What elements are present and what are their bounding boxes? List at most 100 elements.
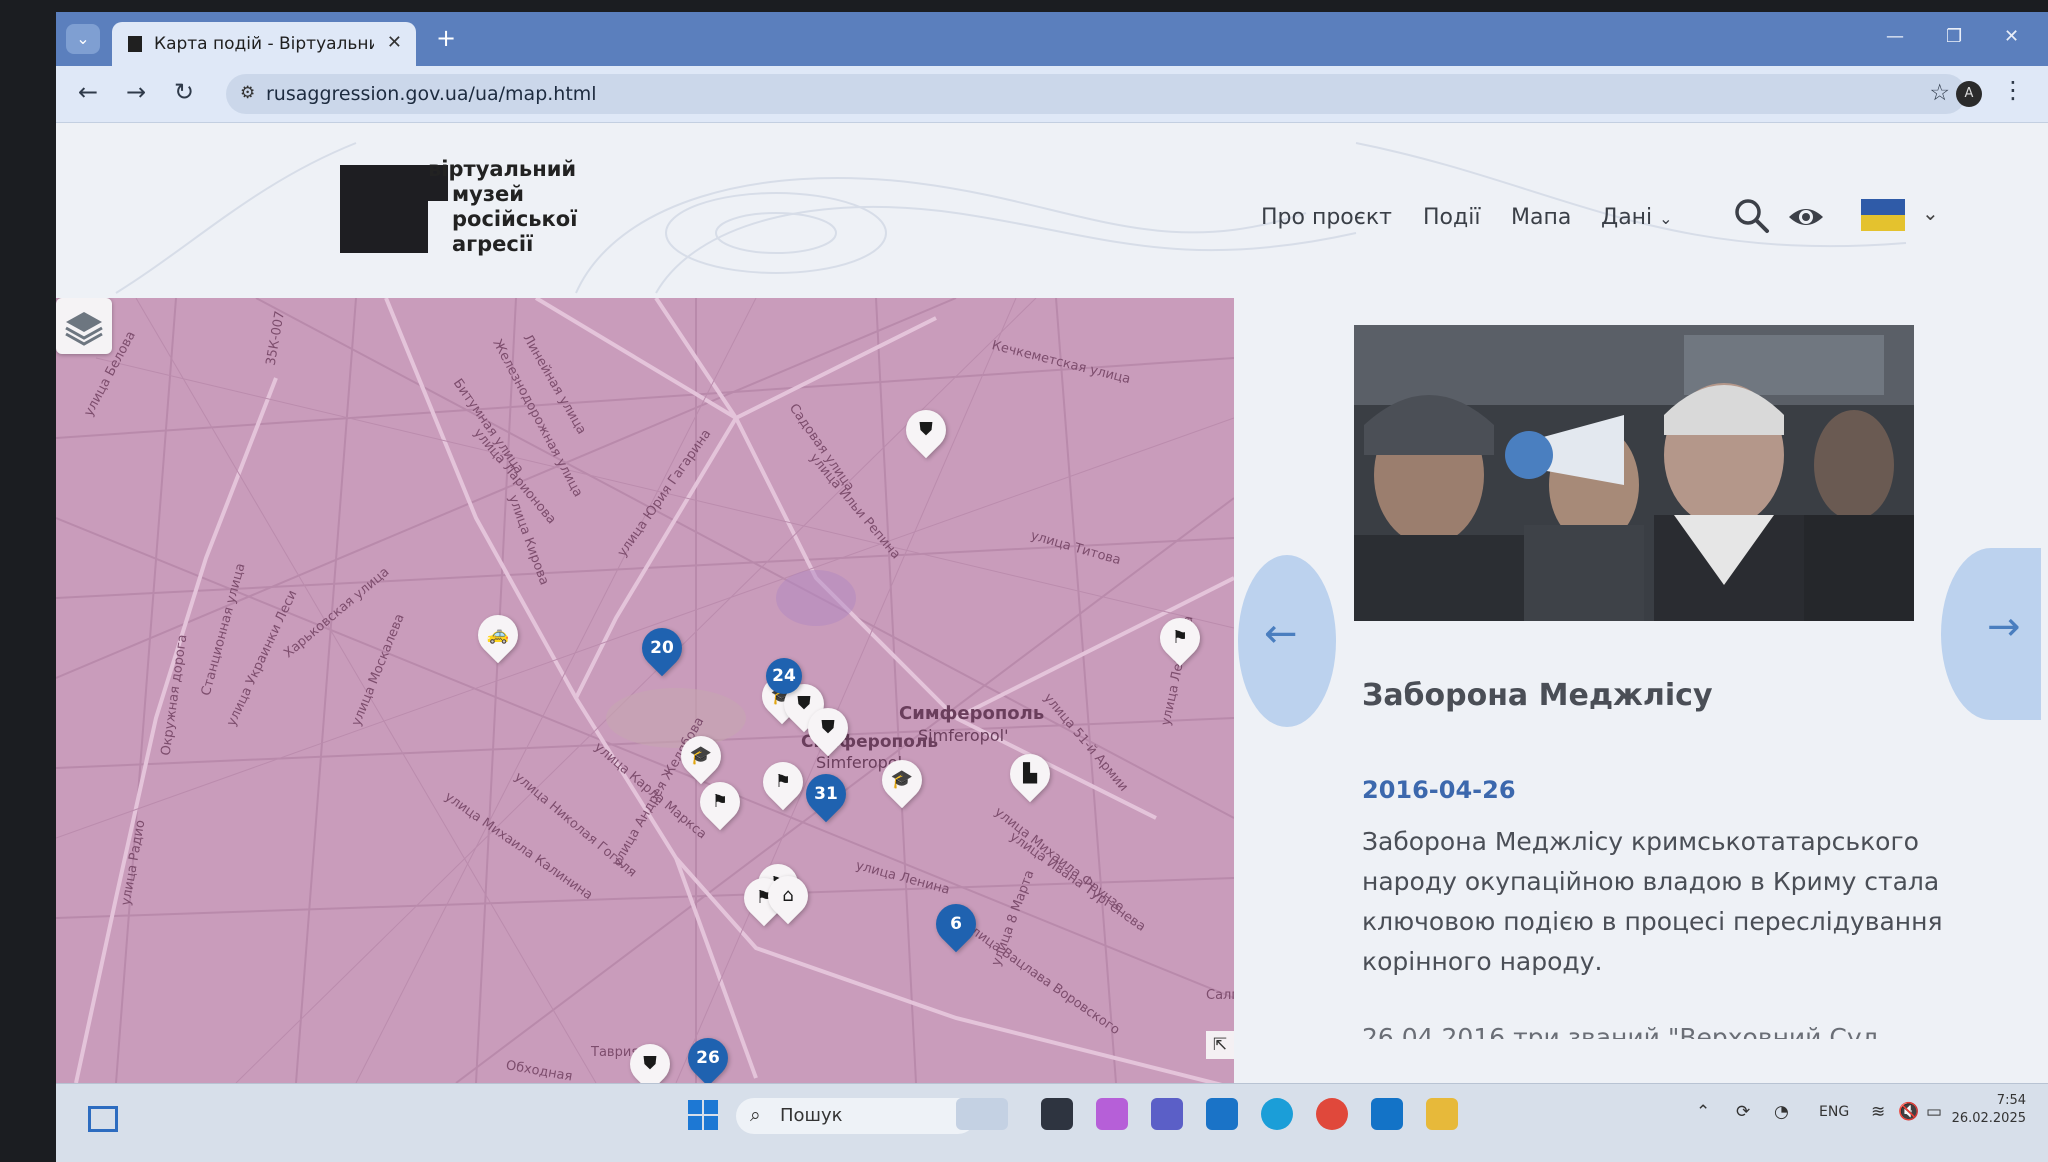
event-description-continued: 26.04.2016 три званий "Верховний Суд: [1362, 1023, 1879, 1039]
next-event-button[interactable]: →: [1941, 548, 2041, 720]
nav-data[interactable]: Дані ⌄: [1601, 205, 1673, 230]
input-language[interactable]: ENG: [1819, 1104, 1849, 1120]
network-app-icon[interactable]: ◔: [1774, 1102, 1789, 1122]
address-url[interactable]: rusaggression.gov.ua/ua/map.html: [266, 83, 597, 105]
task-view-icon[interactable]: [1041, 1098, 1073, 1130]
windows-start-icon[interactable]: [686, 1098, 720, 1132]
event-panel: ← → Заборона Меджлісу 2016-04-26 Заборон…: [1234, 298, 2048, 1083]
teams-icon[interactable]: [1151, 1098, 1183, 1130]
flag-icon: ⚑: [774, 771, 792, 792]
shield-icon: ⛊: [643, 1053, 657, 1074]
edge-icon[interactable]: [1261, 1098, 1293, 1130]
map-cluster-marker[interactable]: 31: [797, 765, 855, 823]
taxi-icon: 🚕: [486, 624, 510, 645]
chevron-up-icon[interactable]: ⌃: [1696, 1102, 1710, 1122]
map-cluster-marker[interactable]: 20: [633, 619, 691, 677]
tab-favicon-icon: [128, 36, 142, 52]
arrow-left-icon: ←: [1264, 611, 1298, 657]
reload-icon[interactable]: ↻: [174, 78, 194, 106]
map-marker-flag[interactable]: ⚑: [691, 773, 749, 831]
home-icon: ⌂: [782, 885, 794, 906]
map-cluster-marker[interactable]: 24: [758, 650, 810, 702]
screen: ⌄ Карта подій - Віртуальний муз ✕ + — ❐ …: [56, 12, 2048, 1162]
forward-arrow-icon[interactable]: →: [126, 78, 146, 106]
copilot-icon[interactable]: [1096, 1098, 1128, 1130]
ukraine-flag-icon[interactable]: [1861, 199, 1905, 231]
language-chevron-icon[interactable]: ⌄: [1922, 201, 1939, 225]
chrome-icon[interactable]: [1316, 1098, 1348, 1130]
clock-date: 26.02.2025: [1951, 1111, 2026, 1126]
window-close-icon[interactable]: ✕: [2004, 26, 2019, 47]
map-marker-flag[interactable]: ⚑: [754, 753, 812, 811]
volume-muted-icon[interactable]: 🔇: [1898, 1102, 1919, 1122]
windows-taskbar: ⌕ Пошук ⌃ ⟳ ◔ ENG ≋ 🔇 ▭ 7:54 26.02.2025: [56, 1083, 2048, 1162]
back-arrow-icon[interactable]: ←: [78, 78, 98, 106]
cluster-count: 20: [650, 638, 674, 658]
browser-toolbar: ← → ↻ ⚙ rusaggression.gov.ua/ua/map.html…: [56, 66, 2048, 123]
taskbar-search[interactable]: ⌕ Пошук: [736, 1098, 976, 1134]
nav-events[interactable]: Події: [1423, 205, 1480, 230]
tab-title: Карта подій - Віртуальний муз: [154, 34, 374, 54]
chevron-down-icon: ⌄: [1659, 209, 1673, 228]
search-icon[interactable]: [1731, 195, 1771, 235]
tab-search-chevron-icon[interactable]: ⌄: [66, 24, 100, 54]
map-layers-icon[interactable]: [56, 298, 112, 354]
prev-event-button[interactable]: ←: [1238, 555, 1336, 727]
widgets-icon[interactable]: [88, 1106, 118, 1132]
map-marker-factory[interactable]: ▙: [1001, 745, 1059, 803]
profile-avatar[interactable]: A: [1956, 81, 1982, 107]
restore-icon[interactable]: ❐: [1946, 26, 1962, 47]
taskbar-clock[interactable]: 7:54 26.02.2025: [1946, 1092, 2026, 1128]
browser-tab-active[interactable]: Карта подій - Віртуальний муз ✕: [112, 22, 416, 66]
nav-map[interactable]: Мапа: [1511, 205, 1571, 230]
arrow-right-icon: →: [1987, 604, 2021, 650]
graduation-cap-icon: 🎓: [689, 745, 713, 766]
signpost-icon: ⚑: [1171, 627, 1189, 648]
map-streets-layer: [56, 298, 1234, 1083]
map-marker-shield[interactable]: ⛊: [799, 699, 857, 757]
web-page: віртуальний музей російської агресії Про…: [56, 123, 2048, 1083]
logo-line-1: віртуальний: [428, 157, 577, 181]
event-photo: [1354, 325, 1914, 621]
logo-line-2: музей: [452, 182, 525, 206]
map-fullscreen-icon[interactable]: ⇱: [1206, 1031, 1234, 1059]
shield-icon: ⛊: [919, 419, 933, 440]
store-icon[interactable]: [1206, 1098, 1238, 1130]
browser-menu-icon[interactable]: ⋮: [2001, 76, 2025, 104]
address-bar[interactable]: ⚙ rusaggression.gov.ua/ua/map.html ☆: [226, 74, 1966, 114]
shield-icon: ⛊: [821, 717, 835, 738]
map-marker-home[interactable]: ⌂: [759, 867, 817, 925]
map-cluster-marker[interactable]: 6: [927, 895, 985, 953]
map-marker-education[interactable]: 🎓: [672, 727, 730, 785]
outlook-icon[interactable]: [1371, 1098, 1403, 1130]
tab-close-icon[interactable]: ✕: [387, 32, 402, 53]
map-marker-taxi[interactable]: 🚕: [469, 606, 527, 664]
site-settings-icon[interactable]: ⚙: [240, 83, 255, 103]
map-marker-shield[interactable]: ⛊: [897, 401, 955, 459]
cluster-count: 26: [696, 1048, 720, 1068]
events-map[interactable]: улица Белова 35К-007 улица Радио Железно…: [56, 298, 1234, 1083]
taskbar-widget-icon[interactable]: [956, 1098, 1008, 1130]
street-label: Салг: [1206, 988, 1234, 1003]
sync-icon[interactable]: ⟳: [1736, 1102, 1750, 1122]
nav-about[interactable]: Про проєкт: [1261, 205, 1392, 230]
logo-text[interactable]: віртуальний музей російської агресії: [426, 157, 577, 257]
map-marker-education[interactable]: 🎓: [873, 751, 931, 809]
event-description: Заборона Меджлісу кримськотатарського на…: [1362, 827, 1943, 976]
logo-mark[interactable]: [340, 165, 428, 253]
search-icon: ⌕: [750, 1104, 761, 1126]
minimize-icon[interactable]: —: [1886, 26, 1904, 47]
bookmark-star-icon[interactable]: ☆: [1929, 80, 1950, 106]
battery-icon[interactable]: ▭: [1926, 1102, 1942, 1122]
graduation-cap-icon: 🎓: [890, 769, 914, 790]
map-cluster-marker[interactable]: 26: [679, 1029, 737, 1083]
event-date: 2016-04-26: [1362, 776, 1516, 804]
file-explorer-icon[interactable]: [1426, 1098, 1458, 1130]
logo-line-4: агресії: [452, 232, 534, 256]
map-marker-signpost[interactable]: ⚑: [1151, 609, 1209, 667]
city-label: Симферополь: [899, 703, 1045, 724]
event-title: Заборона Меджлісу: [1362, 678, 1713, 713]
new-tab-button[interactable]: +: [436, 24, 456, 52]
accessibility-eye-icon[interactable]: [1786, 197, 1826, 237]
wifi-icon[interactable]: ≋: [1871, 1102, 1885, 1122]
